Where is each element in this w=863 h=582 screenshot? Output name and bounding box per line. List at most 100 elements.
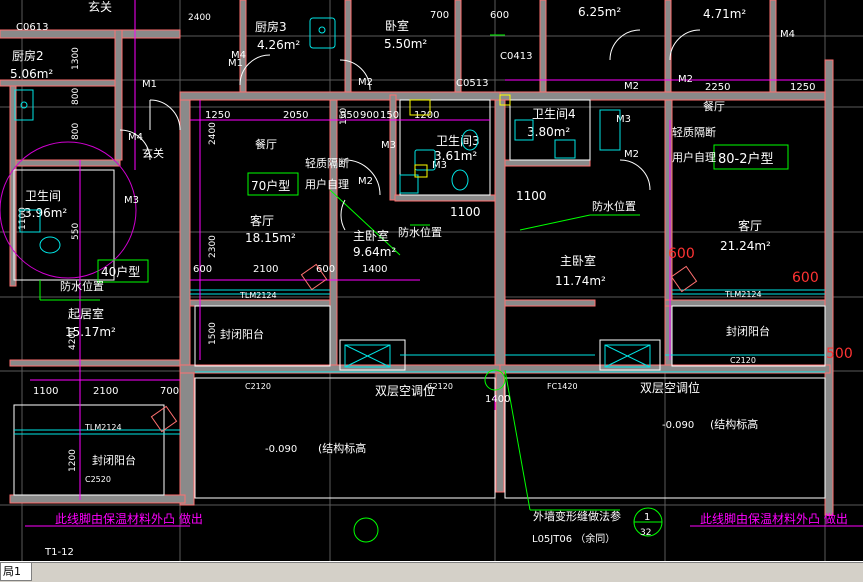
dim-text: 900 (360, 110, 379, 121)
label-section-sheet: 32 (640, 528, 651, 538)
window-tag: C2520 (85, 475, 111, 484)
door-tag: M2 (358, 77, 373, 88)
room-bath-name: 卫生间 (25, 189, 61, 203)
dim-text-vert: 1200 (68, 449, 78, 472)
label-struct-2: (结构标高 (710, 417, 758, 431)
label-user-70: 用户自理 (305, 177, 349, 191)
door-tag: M4 (128, 132, 143, 143)
room-bath3-name: 卫生间3 (436, 134, 480, 148)
window-tag: C2120 (427, 382, 453, 391)
label-struct-1: (结构标高 (318, 441, 366, 455)
room-master80-name: 主卧室 (560, 253, 596, 268)
dim-text-vert: 800 (71, 88, 81, 105)
room-master70-name: 主卧室 (353, 228, 389, 243)
room-471-area: 4.71m² (703, 7, 746, 21)
room-bedroom-area: 5.50m² (384, 37, 427, 51)
door-tag: M1 (142, 79, 157, 90)
dim-text: 150 (380, 110, 399, 121)
dim-text: 700 (430, 10, 449, 21)
dim-text: 700 (160, 386, 179, 397)
label-waterproof-2: 防水位置 (398, 225, 442, 239)
room-bath4-name: 卫生间4 (532, 107, 576, 121)
dim-text: 2100 (93, 386, 118, 397)
note-right: 此线脚由保温材料外凸 做出 (700, 511, 848, 526)
grid-label: T1-12 (44, 547, 74, 558)
window-tag: FC1420 (547, 382, 578, 391)
room-living40-name: 起居室 (68, 306, 104, 321)
dim-text: 2250 (705, 82, 730, 93)
room-625-area: 6.25m² (578, 5, 621, 19)
label-joint-note: 外墙变形缝做法参 (533, 509, 621, 523)
window-tag: C0413 (500, 51, 532, 62)
label-elev-1: -0.090 (265, 444, 297, 455)
room-living80-name: 客厅 (738, 218, 762, 233)
window-tag: C0513 (456, 78, 488, 89)
drawing-viewport[interactable]: 玄关 厨房2 5.06m² 厨房3 4.26m² 卧室 5.50m² 6.25m… (0, 0, 863, 561)
label-shaft: 玄关 (88, 0, 112, 14)
dim-text: 600 (316, 264, 335, 275)
label-foyer: 玄关 (142, 146, 164, 160)
window-tag: TLM2124 (239, 291, 277, 300)
label-dining-80: 餐厅 (703, 99, 725, 113)
room-kitchen2-name: 厨房2 (12, 48, 44, 63)
window-tag: TLM2124 (84, 423, 122, 432)
dim-text: 1100 (516, 189, 547, 203)
dim-text-vert: 2400 (208, 122, 218, 145)
room-kitchen3-area: 4.26m² (257, 38, 300, 52)
dim-text-vert: 1300 (71, 47, 81, 70)
door-tag: M4 (231, 50, 246, 61)
label-balcony-2: 封闭阳台 (726, 324, 770, 338)
label-partition-80: 轻质隔断 (672, 125, 716, 139)
dim-text: 2100 (253, 264, 278, 275)
dim-text-red: 500 (826, 346, 853, 362)
dim-text-vert: 2300 (208, 235, 218, 258)
door-tag: M2 (624, 149, 639, 160)
dim-text: 1250 (205, 110, 230, 121)
dim-text: 600 (490, 10, 509, 21)
room-kitchen3-name: 厨房3 (255, 19, 287, 34)
room-master80-area: 11.74m² (555, 274, 606, 288)
door-tag: M3 (616, 114, 631, 125)
room-living70-name: 客厅 (250, 213, 274, 228)
window-tag: C0613 (16, 22, 48, 33)
unit-tag-40: 40户型 (101, 264, 140, 279)
door-tag: M2 (624, 81, 639, 92)
door-tag: M4 (780, 29, 795, 40)
dim-text-vert: 550 (71, 223, 81, 240)
room-living70-area: 18.15m² (245, 231, 296, 245)
label-balcony-1: 封闭阳台 (220, 327, 264, 341)
door-tag: M2 (678, 74, 693, 85)
label-elev-2: -0.090 (662, 420, 694, 431)
dim-text: 1250 (790, 82, 815, 93)
dim-text: 600 (193, 264, 212, 275)
label-section-num: 1 (644, 512, 650, 523)
door-tag: M2 (358, 176, 373, 187)
label-waterproof-3: 防水位置 (60, 279, 104, 293)
layout-tab[interactable]: 局1 (0, 563, 32, 581)
room-master70-area: 9.64m² (353, 245, 396, 259)
door-tag: M3 (381, 140, 396, 151)
dim-text: 2050 (283, 110, 308, 121)
label-ac-2: 双层空调位 (640, 380, 700, 395)
window-tag: C2120 (730, 356, 756, 365)
dim-text: 1400 (362, 264, 387, 275)
dim-text: 2400 (188, 13, 211, 23)
label-joint-ref: L05JT06 （余同） (532, 532, 615, 545)
label-partition-70: 轻质隔断 (305, 156, 349, 170)
dim-text-vert: 4200 (68, 327, 78, 350)
room-living80-area: 21.24m² (720, 239, 771, 253)
label-waterproof-1: 防水位置 (592, 199, 636, 213)
floor-plan: 玄关 厨房2 5.06m² 厨房3 4.26m² 卧室 5.50m² 6.25m… (0, 0, 863, 561)
dim-text: 1100 (33, 386, 58, 397)
label-user-80: 用户自理 (672, 150, 716, 164)
dim-text-red: 600 (668, 246, 695, 262)
label-ac-1: 双层空调位 (375, 383, 435, 398)
dim-text-vert: 800 (71, 123, 81, 140)
room-bath-area: 3.96m² (24, 206, 67, 220)
window-tag: TLM2124 (724, 290, 762, 299)
unit-tag-70: 70户型 (251, 178, 290, 193)
room-bath4-area: 3.80m² (527, 125, 570, 139)
room-bedroom-name: 卧室 (385, 18, 409, 33)
dim-text-vert: 1500 (208, 322, 218, 345)
label-dining-70: 餐厅 (255, 137, 277, 151)
